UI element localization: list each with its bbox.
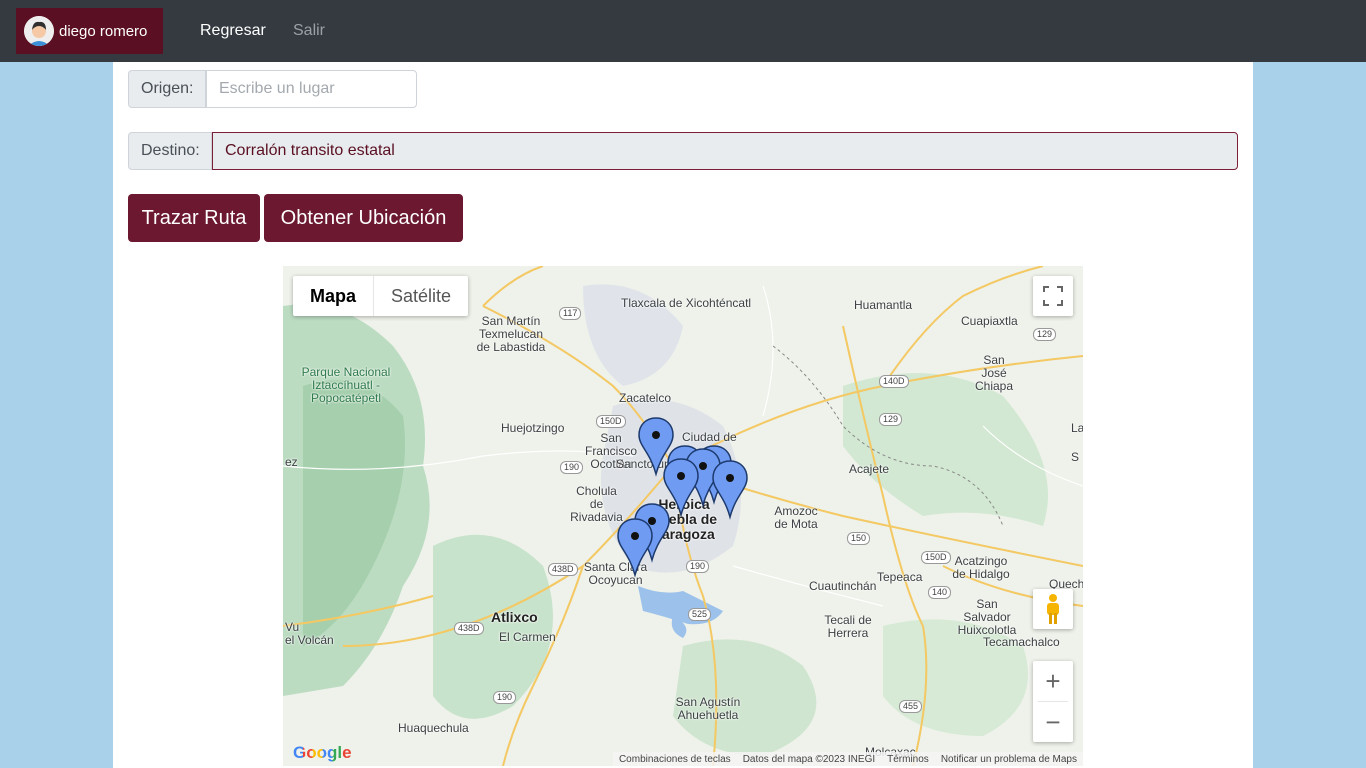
map-type-mapa[interactable]: Mapa (293, 276, 375, 316)
obtener-ubicacion-button[interactable]: Obtener Ubicación (264, 194, 463, 242)
map-canvas[interactable]: Tlaxcala de Xicohténcatl Huamantla Cuapi… (283, 266, 1083, 766)
destino-label: Destino: (128, 132, 212, 170)
location-marker[interactable] (663, 458, 699, 516)
map-data-text: Datos del mapa ©2023 INEGI (742, 753, 876, 765)
origen-group: Origen: Escribe un lugar (128, 70, 417, 108)
nav-regresar-link[interactable]: Regresar (200, 22, 266, 40)
zoom-control: + − (1033, 661, 1073, 742)
map-type-satelite[interactable]: Satélite (374, 276, 468, 316)
map-attribution: Combinaciones de teclas Datos del mapa ©… (612, 752, 1083, 766)
pegman-icon (1047, 594, 1059, 624)
street-view-pegman[interactable] (1033, 589, 1073, 629)
location-marker[interactable] (712, 460, 748, 518)
keyboard-shortcuts-link[interactable]: Combinaciones de teclas (613, 754, 737, 765)
google-logo: Google (293, 743, 352, 763)
destino-input[interactable]: Corralón transito estatal (212, 132, 1238, 170)
user-name: diego romero (59, 22, 148, 40)
trazar-ruta-button[interactable]: Trazar Ruta (128, 194, 260, 242)
user-brand[interactable]: diego romero (16, 8, 163, 54)
location-marker[interactable] (617, 518, 653, 576)
zoom-out-button[interactable]: − (1033, 702, 1073, 742)
navbar: diego romero Regresar Salir (0, 0, 1366, 62)
origen-input[interactable]: Escribe un lugar (206, 70, 417, 108)
map-markers (617, 417, 748, 576)
zoom-in-button[interactable]: + (1033, 661, 1073, 701)
avatar (24, 16, 54, 46)
content-panel: Origen: Escribe un lugar Destino: Corral… (113, 62, 1253, 768)
nav-salir-link[interactable]: Salir (293, 22, 325, 40)
origen-label: Origen: (128, 70, 206, 108)
terms-link[interactable]: Términos (881, 754, 935, 765)
fullscreen-button[interactable] (1033, 276, 1073, 316)
fullscreen-icon (1043, 286, 1063, 306)
report-problem-link[interactable]: Notificar un problema de Maps (935, 754, 1083, 765)
destino-group: Destino: Corralón transito estatal (128, 132, 1238, 170)
google-logo-text: Google (293, 743, 352, 762)
map-type-control: Mapa Satélite (293, 276, 469, 316)
